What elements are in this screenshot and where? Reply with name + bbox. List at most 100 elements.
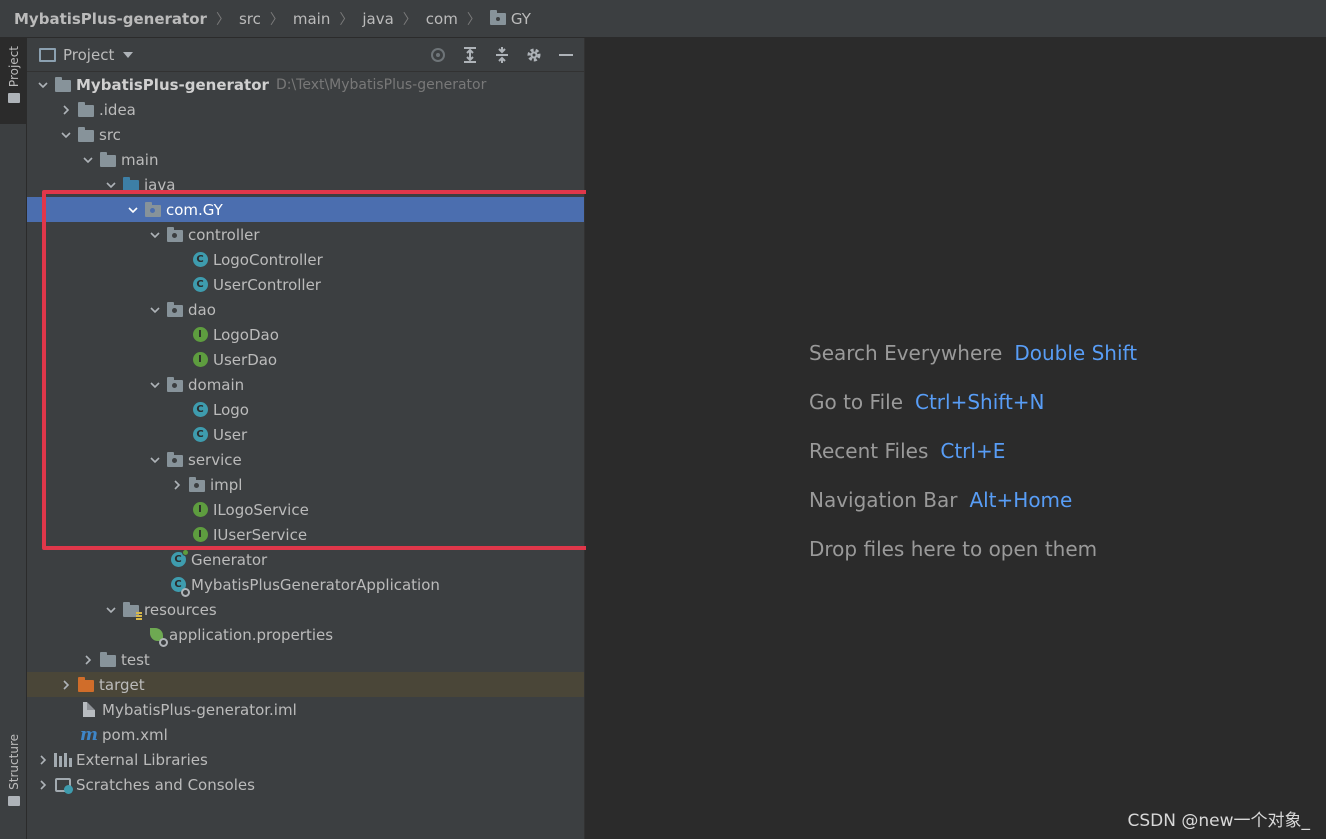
root-label: MybatisPlus-generator (76, 75, 269, 94)
chevron-down-icon[interactable] (147, 452, 163, 468)
structure-tab-label: Structure (6, 734, 21, 790)
hint-text: Navigation Bar (809, 487, 958, 512)
interface-icon: I (191, 501, 209, 519)
watermark-text: CSDN @new一个对象_ (1127, 811, 1310, 831)
tree-node-user[interactable]: C User (27, 422, 584, 447)
editor-empty-hints: Search Everywhere Double Shift Go to Fil… (809, 328, 1137, 573)
tree-node-target[interactable]: target (27, 672, 584, 697)
logo-label: Logo (213, 400, 249, 419)
chevron-right-icon[interactable] (58, 677, 74, 693)
chevron-right-icon[interactable] (35, 777, 51, 793)
domain-label: domain (188, 375, 245, 394)
class-icon: C (191, 401, 209, 419)
user-dao-label: UserDao (213, 350, 278, 369)
tree-node-src[interactable]: src (27, 122, 584, 147)
chevron-down-icon[interactable] (147, 227, 163, 243)
tree-node-domain[interactable]: domain (27, 372, 584, 397)
tree-node-java[interactable]: java (27, 172, 584, 197)
tree-node-controller[interactable]: controller (27, 222, 584, 247)
breadcrumb-main[interactable]: main (293, 10, 330, 28)
test-label: test (121, 650, 150, 669)
chevron-right-icon[interactable] (35, 752, 51, 768)
class-icon: C (191, 276, 209, 294)
hint-recent-files: Recent Files Ctrl+E (809, 426, 1137, 475)
folder-icon (77, 126, 95, 144)
collapse-all-icon[interactable] (492, 45, 512, 65)
project-view-selector[interactable]: Project (63, 46, 114, 64)
tree-node-generator[interactable]: C Generator (27, 547, 584, 572)
package-folder-icon (489, 9, 506, 25)
tree-node-logo-dao[interactable]: I LogoDao (27, 322, 584, 347)
resources-label: resources (144, 600, 217, 619)
tree-node-iml[interactable]: MybatisPlus-generator.iml (27, 697, 584, 722)
breadcrumb-separator-icon: 〉 (269, 11, 284, 28)
chevron-right-icon[interactable] (58, 102, 74, 118)
iuser-service-label: IUserService (213, 525, 308, 544)
class-icon: C (191, 251, 209, 269)
interface-icon: I (191, 351, 209, 369)
dao-label: dao (188, 300, 216, 319)
tree-node-user-controller[interactable]: C UserController (27, 272, 584, 297)
tree-node-idea[interactable]: .idea (27, 97, 584, 122)
tree-node-main[interactable]: main (27, 147, 584, 172)
chevron-down-icon[interactable] (123, 51, 134, 58)
package-folder-icon (166, 376, 184, 394)
project-tree: MybatisPlus-generator D:\Text\MybatisPlu… (27, 72, 584, 797)
tree-node-ilogo-service[interactable]: I ILogoService (27, 497, 584, 522)
tree-node-root[interactable]: MybatisPlus-generator D:\Text\MybatisPlu… (27, 72, 584, 97)
chevron-down-icon[interactable] (147, 377, 163, 393)
logo-dao-label: LogoDao (213, 325, 279, 344)
breadcrumb-project[interactable]: MybatisPlus-generator (14, 10, 207, 28)
tree-node-iuser-service[interactable]: I IUserService (27, 522, 584, 547)
com-gy-label: com.GY (166, 200, 223, 219)
iml-label: MybatisPlus-generator.iml (102, 700, 297, 719)
project-panel-header: Project (27, 38, 584, 72)
structure-tool-tab[interactable]: Structure (0, 728, 27, 828)
breadcrumb-separator-icon: 〉 (339, 11, 354, 28)
folder-icon (99, 651, 117, 669)
chevron-down-icon[interactable] (35, 77, 51, 93)
tree-node-com-gy[interactable]: com.GY (27, 197, 584, 222)
breadcrumb-gy[interactable]: GY (489, 9, 531, 28)
tree-node-application[interactable]: C MybatisPlusGeneratorApplication (27, 572, 584, 597)
project-tool-tab[interactable]: Project (0, 38, 27, 124)
breadcrumb-com[interactable]: com (426, 10, 458, 28)
tree-node-dao[interactable]: dao (27, 297, 584, 322)
expand-all-icon[interactable] (460, 45, 480, 65)
breadcrumb-separator-icon: 〉 (402, 11, 417, 28)
tree-node-resources[interactable]: resources (27, 597, 584, 622)
locate-file-icon[interactable] (428, 45, 448, 65)
editor-area[interactable]: Search Everywhere Double Shift Go to Fil… (586, 38, 1326, 839)
hint-text: Go to File (809, 389, 903, 414)
tree-node-scratches[interactable]: Scratches and Consoles (27, 772, 584, 797)
runnable-class-icon: C (169, 548, 189, 569)
breadcrumb-src[interactable]: src (239, 10, 261, 28)
folder-icon (77, 101, 95, 119)
tree-node-logo-controller[interactable]: C LogoController (27, 247, 584, 272)
minimize-icon[interactable] (556, 45, 576, 65)
chevron-down-icon[interactable] (125, 202, 141, 218)
tree-node-pom[interactable]: m pom.xml (27, 722, 584, 747)
tree-node-service[interactable]: service (27, 447, 584, 472)
pom-label: pom.xml (102, 725, 168, 744)
chevron-down-icon[interactable] (80, 152, 96, 168)
tree-node-app-properties[interactable]: application.properties (27, 622, 584, 647)
tree-node-external-libraries[interactable]: External Libraries (27, 747, 584, 772)
chevron-down-icon[interactable] (103, 602, 119, 618)
target-label: target (99, 675, 145, 694)
tree-node-user-dao[interactable]: I UserDao (27, 347, 584, 372)
maven-icon: m (80, 724, 98, 745)
breadcrumb-java[interactable]: java (362, 10, 393, 28)
tree-node-impl[interactable]: impl (27, 472, 584, 497)
gear-icon[interactable] (524, 45, 544, 65)
chevron-right-icon[interactable] (80, 652, 96, 668)
project-panel: Project MybatisPlus-generator D:\Text\My… (27, 38, 585, 839)
chevron-down-icon[interactable] (147, 302, 163, 318)
chevron-right-icon[interactable] (169, 477, 185, 493)
chevron-down-icon[interactable] (103, 177, 119, 193)
tree-node-logo[interactable]: C Logo (27, 397, 584, 422)
tree-node-test[interactable]: test (27, 647, 584, 672)
package-folder-icon (188, 476, 206, 494)
hint-go-to-file: Go to File Ctrl+Shift+N (809, 377, 1137, 426)
chevron-down-icon[interactable] (58, 127, 74, 143)
